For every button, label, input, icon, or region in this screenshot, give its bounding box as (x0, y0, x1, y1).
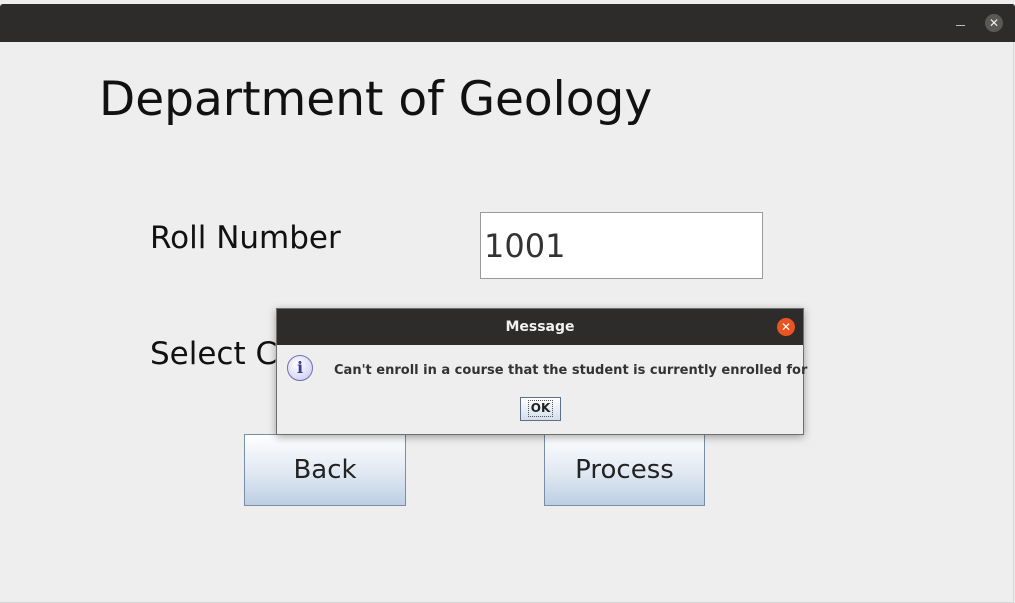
ok-button[interactable]: OK (520, 397, 561, 421)
roll-number-label: Roll Number (150, 220, 341, 256)
close-icon[interactable]: ✕ (985, 14, 1003, 32)
dialog-message: Can't enroll in a course that the studen… (334, 363, 808, 378)
page-title: Department of Geology (99, 72, 653, 127)
roll-number-input[interactable] (480, 212, 763, 279)
minimize-icon[interactable] (950, 4, 972, 42)
ok-label: OK (527, 400, 554, 417)
dialog-title: Message (277, 309, 803, 345)
info-icon: i (287, 355, 313, 381)
dialog-close-icon[interactable]: ✕ (777, 318, 795, 336)
message-dialog: Message ✕ i Can't enroll in a course tha… (276, 308, 808, 435)
process-button[interactable]: Process (544, 434, 705, 506)
window-titlebar: ✕ (0, 4, 1015, 42)
back-button[interactable]: Back (244, 434, 406, 506)
